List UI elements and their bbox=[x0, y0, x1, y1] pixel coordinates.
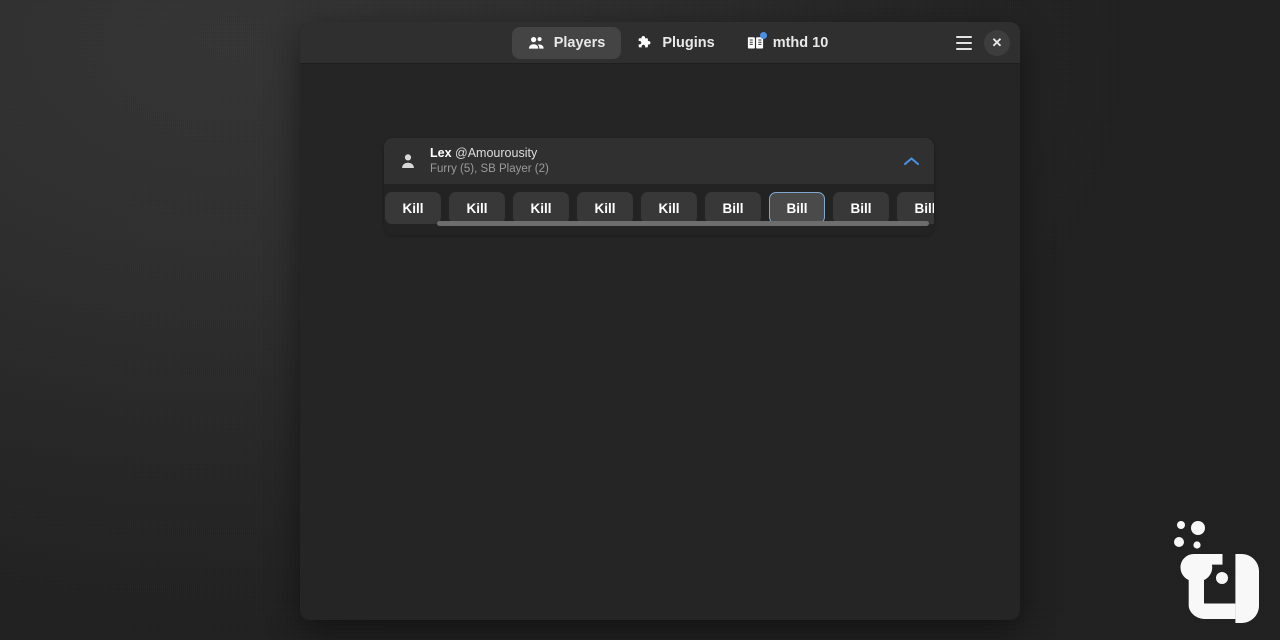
people-icon bbox=[528, 35, 545, 51]
notification-dot bbox=[759, 31, 767, 39]
app-window: Players Plugins mthd 10 ✕ Lex @Amourousi… bbox=[300, 22, 1020, 620]
tab-label: mthd 10 bbox=[772, 34, 829, 51]
player-handle: @Amourousity bbox=[455, 146, 538, 161]
window-titlebar: Players Plugins mthd 10 ✕ bbox=[300, 22, 1020, 64]
tab-label: Players bbox=[553, 34, 606, 51]
player-subtitle: Furry (5), SB Player (2) bbox=[430, 162, 549, 175]
close-icon[interactable]: ✕ bbox=[984, 30, 1010, 56]
app-logo-watermark bbox=[1172, 518, 1268, 630]
tab-mthd-10[interactable]: mthd 10 bbox=[731, 27, 845, 59]
player-card: Lex @Amourousity Furry (5), SB Player (2… bbox=[384, 138, 934, 235]
tab-label: Plugins bbox=[662, 34, 715, 51]
tab-bar: Players Plugins mthd 10 bbox=[476, 26, 845, 59]
player-card-header[interactable]: Lex @Amourousity Furry (5), SB Player (2… bbox=[384, 138, 934, 184]
player-actions-scroller[interactable]: Kill Kill Kill Kill Kill Bill Bill Bill Bill bbox=[384, 184, 934, 235]
person-icon bbox=[396, 149, 420, 173]
window-controls: ✕ bbox=[950, 22, 1010, 64]
player-nickname: Lex bbox=[430, 146, 452, 161]
scrollbar-thumb[interactable] bbox=[437, 221, 929, 226]
puzzle-icon bbox=[637, 35, 653, 51]
book-icon bbox=[747, 31, 767, 51]
player-identity: Lex @Amourousity Furry (5), SB Player (2… bbox=[430, 146, 903, 176]
desktop-background: Players Plugins mthd 10 ✕ Lex @Amourousi… bbox=[0, 0, 1280, 640]
menu-icon[interactable] bbox=[950, 29, 978, 57]
player-name-row: Lex @Amourousity bbox=[430, 146, 903, 160]
chevron-up-icon[interactable] bbox=[903, 156, 920, 167]
tab-players[interactable]: Players bbox=[511, 26, 622, 59]
tab-plugins[interactable]: Plugins bbox=[621, 27, 730, 59]
window-content: Lex @Amourousity Furry (5), SB Player (2… bbox=[300, 64, 1020, 620]
horizontal-scrollbar[interactable] bbox=[384, 218, 934, 230]
